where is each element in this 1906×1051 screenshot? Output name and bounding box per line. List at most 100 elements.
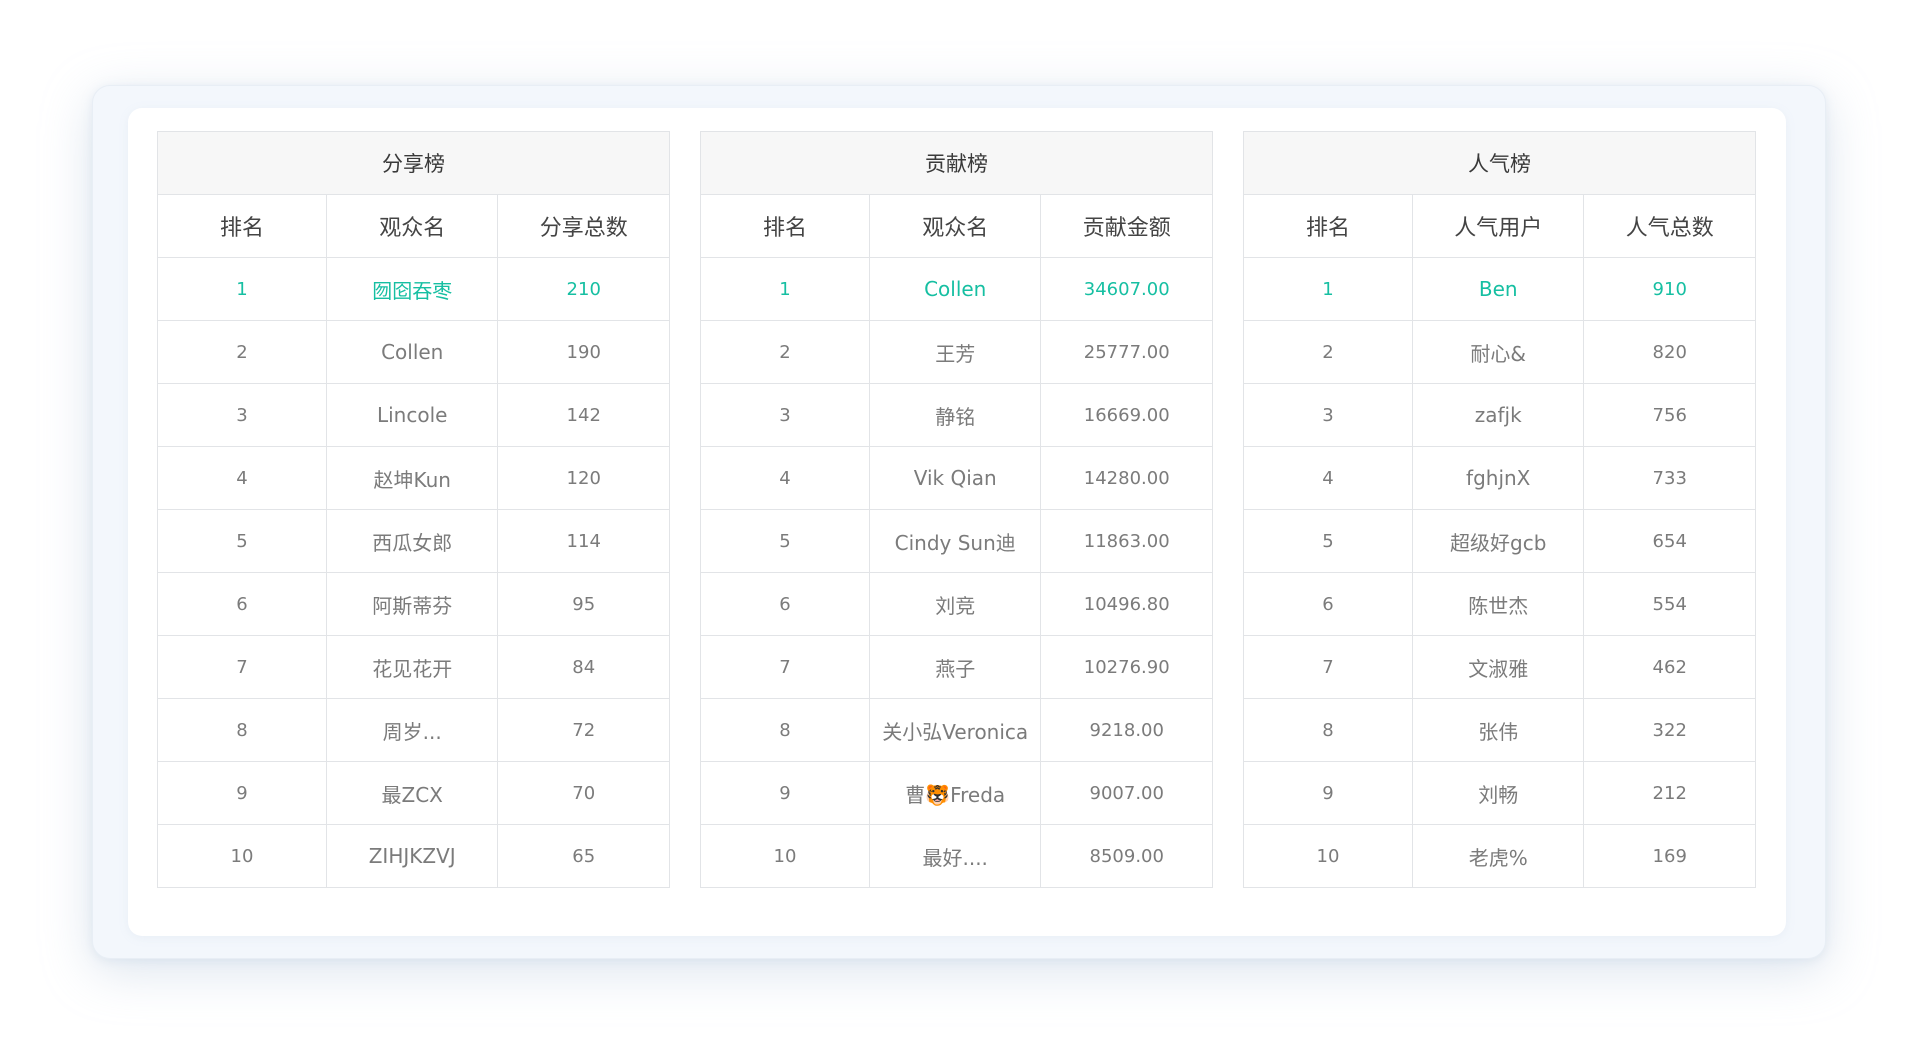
rank-cell: 3 bbox=[1243, 383, 1413, 447]
table-row[interactable]: 2 王芳 25777.00 bbox=[700, 320, 1213, 384]
table-row[interactable]: 10 老虎% 169 bbox=[1243, 824, 1756, 888]
rank-cell: 8 bbox=[700, 698, 870, 762]
column-header-user[interactable]: 人气用户 bbox=[1411, 194, 1585, 258]
table-row[interactable]: 1 Ben 910 bbox=[1243, 257, 1756, 321]
table-row[interactable]: 2 耐心& 820 bbox=[1243, 320, 1756, 384]
table-row[interactable]: 4 fghjnX 733 bbox=[1243, 446, 1756, 510]
name-cell: 燕子 bbox=[868, 635, 1042, 699]
value-cell: 65 bbox=[497, 824, 670, 888]
column-header-rank[interactable]: 排名 bbox=[157, 194, 327, 258]
rank-cell: 3 bbox=[700, 383, 870, 447]
table-row[interactable]: 8 张伟 322 bbox=[1243, 698, 1756, 762]
value-cell: 820 bbox=[1583, 320, 1756, 384]
table-row[interactable]: 8 周岁... 72 bbox=[157, 698, 670, 762]
rank-cell: 1 bbox=[157, 257, 327, 321]
table-row[interactable]: 1 囫囵吞枣 210 bbox=[157, 257, 670, 321]
value-cell: 16669.00 bbox=[1040, 383, 1213, 447]
name-cell: 西瓜女郎 bbox=[325, 509, 499, 573]
table-row[interactable]: 5 Cindy Sun迪 11863.00 bbox=[700, 509, 1213, 573]
column-header-rank[interactable]: 排名 bbox=[700, 194, 870, 258]
table-row[interactable]: 6 刘竞 10496.80 bbox=[700, 572, 1213, 636]
table-row[interactable]: 4 赵坤Kun 120 bbox=[157, 446, 670, 510]
rank-cell: 10 bbox=[1243, 824, 1413, 888]
column-header-total[interactable]: 分享总数 bbox=[497, 194, 670, 258]
rank-cell: 2 bbox=[157, 320, 327, 384]
rank-cell: 7 bbox=[157, 635, 327, 699]
name-cell: 刘畅 bbox=[1411, 761, 1585, 825]
name-cell: 王芳 bbox=[868, 320, 1042, 384]
column-header-name[interactable]: 观众名 bbox=[325, 194, 499, 258]
table-row[interactable]: 6 阿斯蒂芬 95 bbox=[157, 572, 670, 636]
table-row[interactable]: 8 关小弘Veronica 9218.00 bbox=[700, 698, 1213, 762]
column-header-amount[interactable]: 贡献金额 bbox=[1040, 194, 1213, 258]
value-cell: 322 bbox=[1583, 698, 1756, 762]
value-cell: 9218.00 bbox=[1040, 698, 1213, 762]
rank-cell: 4 bbox=[157, 446, 327, 510]
name-cell: ZIHJKZVJ bbox=[325, 824, 499, 888]
table-row[interactable]: 5 超级好gcb 654 bbox=[1243, 509, 1756, 573]
value-cell: 10276.90 bbox=[1040, 635, 1213, 699]
column-header-rank[interactable]: 排名 bbox=[1243, 194, 1413, 258]
table-row[interactable]: 1 Collen 34607.00 bbox=[700, 257, 1213, 321]
table-header-row: 排名 人气用户 人气总数 bbox=[1243, 194, 1756, 258]
rank-cell: 9 bbox=[157, 761, 327, 825]
name-cell: 老虎% bbox=[1411, 824, 1585, 888]
value-cell: 114 bbox=[497, 509, 670, 573]
table-row[interactable]: 7 燕子 10276.90 bbox=[700, 635, 1213, 699]
table-row[interactable]: 9 曹🐯Freda 9007.00 bbox=[700, 761, 1213, 825]
table-row[interactable]: 9 最ZCX 70 bbox=[157, 761, 670, 825]
rank-cell: 1 bbox=[1243, 257, 1413, 321]
rank-cell: 9 bbox=[1243, 761, 1413, 825]
table-row[interactable]: 10 最好.... 8509.00 bbox=[700, 824, 1213, 888]
column-header-name[interactable]: 观众名 bbox=[868, 194, 1042, 258]
name-cell: 张伟 bbox=[1411, 698, 1585, 762]
rank-cell: 4 bbox=[1243, 446, 1413, 510]
table-title-row: 人气榜 bbox=[1243, 131, 1756, 195]
value-cell: 910 bbox=[1583, 257, 1756, 321]
name-cell: Collen bbox=[868, 257, 1042, 321]
value-cell: 10496.80 bbox=[1040, 572, 1213, 636]
table-row[interactable]: 7 文淑雅 462 bbox=[1243, 635, 1756, 699]
name-cell: 刘竞 bbox=[868, 572, 1042, 636]
value-cell: 14280.00 bbox=[1040, 446, 1213, 510]
value-cell: 8509.00 bbox=[1040, 824, 1213, 888]
table-title: 贡献榜 bbox=[700, 131, 1213, 195]
table-header-row: 排名 观众名 贡献金额 bbox=[700, 194, 1213, 258]
table-row[interactable]: 3 zafjk 756 bbox=[1243, 383, 1756, 447]
table-row[interactable]: 5 西瓜女郎 114 bbox=[157, 509, 670, 573]
table-row[interactable]: 3 Lincole 142 bbox=[157, 383, 670, 447]
table-row[interactable]: 10 ZIHJKZVJ 65 bbox=[157, 824, 670, 888]
value-cell: 212 bbox=[1583, 761, 1756, 825]
name-cell: fghjnX bbox=[1411, 446, 1585, 510]
name-cell: Vik Qian bbox=[868, 446, 1042, 510]
rank-cell: 6 bbox=[700, 572, 870, 636]
name-cell: 最好.... bbox=[868, 824, 1042, 888]
name-cell: 超级好gcb bbox=[1411, 509, 1585, 573]
name-cell: 曹🐯Freda bbox=[868, 761, 1042, 825]
table-row[interactable]: 9 刘畅 212 bbox=[1243, 761, 1756, 825]
value-cell: 554 bbox=[1583, 572, 1756, 636]
table-row[interactable]: 4 Vik Qian 14280.00 bbox=[700, 446, 1213, 510]
share-leaderboard-table: 分享榜 排名 观众名 分享总数 1 囫囵吞枣 210 2 Collen 190 3 Linco… bbox=[157, 131, 670, 888]
value-cell: 9007.00 bbox=[1040, 761, 1213, 825]
rank-cell: 10 bbox=[700, 824, 870, 888]
value-cell: 733 bbox=[1583, 446, 1756, 510]
rank-cell: 9 bbox=[700, 761, 870, 825]
table-row[interactable]: 2 Collen 190 bbox=[157, 320, 670, 384]
name-cell: 囫囵吞枣 bbox=[325, 257, 499, 321]
rank-cell: 6 bbox=[157, 572, 327, 636]
value-cell: 95 bbox=[497, 572, 670, 636]
table-row[interactable]: 6 陈世杰 554 bbox=[1243, 572, 1756, 636]
value-cell: 462 bbox=[1583, 635, 1756, 699]
name-cell: 周岁... bbox=[325, 698, 499, 762]
column-header-total[interactable]: 人气总数 bbox=[1583, 194, 1756, 258]
table-row[interactable]: 3 静铭 16669.00 bbox=[700, 383, 1213, 447]
value-cell: 72 bbox=[497, 698, 670, 762]
name-cell: Collen bbox=[325, 320, 499, 384]
table-row[interactable]: 7 花见花开 84 bbox=[157, 635, 670, 699]
value-cell: 756 bbox=[1583, 383, 1756, 447]
name-cell: Lincole bbox=[325, 383, 499, 447]
table-title-row: 分享榜 bbox=[157, 131, 670, 195]
name-cell: 最ZCX bbox=[325, 761, 499, 825]
name-cell: 陈世杰 bbox=[1411, 572, 1585, 636]
